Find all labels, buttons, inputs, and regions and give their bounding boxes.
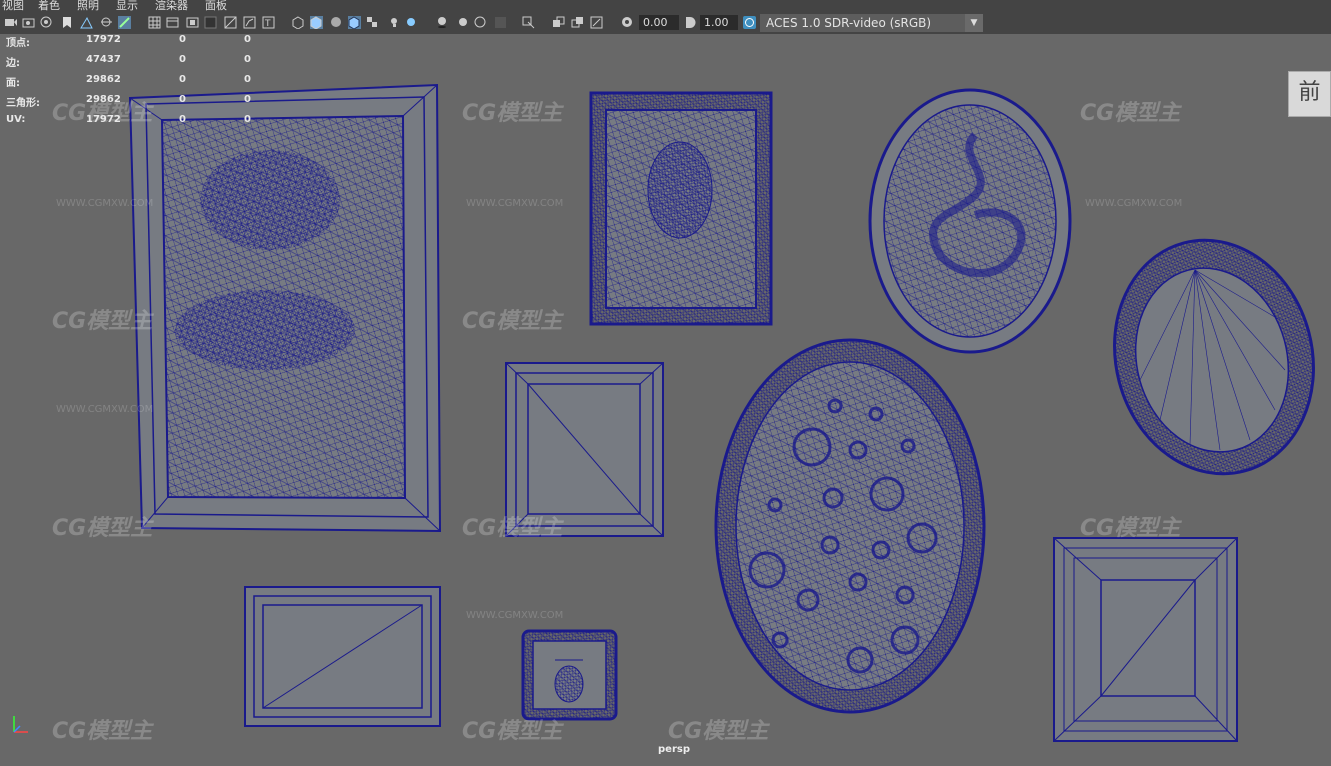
- textured-icon[interactable]: [366, 16, 379, 29]
- image-plane-icon[interactable]: [80, 16, 93, 29]
- watermark-url: WWW.CGMXW.COM: [466, 198, 564, 209]
- watermark: CG模型主: [1080, 516, 1181, 541]
- watermark: CG模型主: [462, 101, 563, 126]
- hud-label: 三角形:: [6, 98, 40, 109]
- camera-icon[interactable]: [4, 16, 17, 29]
- resolution-gate-icon[interactable]: [186, 16, 199, 29]
- hud-label: 边:: [6, 58, 20, 69]
- xray-icon[interactable]: [552, 16, 565, 29]
- watermark: CG模型主: [462, 516, 563, 541]
- hud-label: 面:: [6, 78, 20, 89]
- hud-value: 17972: [86, 34, 121, 45]
- wireframe-on-shaded-icon[interactable]: [348, 16, 361, 29]
- safe-title-icon[interactable]: T: [262, 16, 275, 29]
- color-management-icon[interactable]: [743, 16, 756, 29]
- beetle-frame-wireframe[interactable]: [521, 629, 618, 721]
- menu-view[interactable]: 视图: [2, 0, 24, 12]
- shadows-icon[interactable]: [406, 16, 419, 29]
- gate-mask-icon[interactable]: [204, 16, 217, 29]
- landscape-frame-wireframe[interactable]: [244, 586, 441, 727]
- chevron-down-icon[interactable]: ▼: [965, 14, 983, 32]
- field-chart-icon[interactable]: [224, 16, 237, 29]
- bookmark-icon[interactable]: [60, 16, 73, 29]
- deep-square-frame-wireframe[interactable]: [1053, 537, 1238, 742]
- view-transform-dropdown[interactable]: ACES 1.0 SDR-video (sRGB) ▼: [760, 14, 983, 32]
- view-transform-label: ACES 1.0 SDR-video (sRGB): [766, 16, 932, 30]
- menu-renderer[interactable]: 渲染器: [155, 0, 188, 12]
- watermark-url: WWW.CGMXW.COM: [1085, 198, 1183, 209]
- snake-oval-frame-wireframe[interactable]: [868, 88, 1072, 354]
- bookmark-camera-icon[interactable]: [40, 16, 53, 29]
- isolate-select-icon[interactable]: [522, 16, 535, 29]
- hud-value: 0: [179, 54, 186, 65]
- 2d-pan-zoom-icon[interactable]: [100, 16, 113, 29]
- xray-joints-icon[interactable]: [571, 16, 584, 29]
- gamma-field[interactable]: 1.00: [700, 15, 738, 30]
- hud-value: 0: [244, 94, 251, 105]
- hud-row-uvs: UV: 17972 0 0: [6, 114, 266, 134]
- watermark: CG模型主: [52, 719, 153, 744]
- ornate-skull-frame-wireframe[interactable]: [589, 91, 773, 326]
- watermark: CG模型主: [1080, 101, 1181, 126]
- camera-name-label: persp: [658, 744, 690, 755]
- axis-gizmo-icon: [13, 716, 28, 733]
- view-cube[interactable]: 前: [1288, 71, 1331, 117]
- smooth-shade-icon[interactable]: [310, 16, 323, 29]
- hud-row-vertices: 顶点: 17972 0 0: [6, 34, 266, 54]
- hud-row-triangles: 三角形: 29862 0 0: [6, 94, 266, 114]
- menu-show[interactable]: 显示: [116, 0, 138, 12]
- hud-value: 0: [179, 94, 186, 105]
- film-gate-icon[interactable]: [166, 16, 179, 29]
- grease-pencil-icon[interactable]: [118, 16, 131, 29]
- hud-value: 0: [244, 54, 251, 65]
- large-frame-wireframe[interactable]: [128, 83, 442, 533]
- hud-label: 顶点:: [6, 38, 30, 49]
- hud-value: 29862: [86, 74, 121, 85]
- watermark: CG模型主: [462, 309, 563, 334]
- poly-count-hud: 顶点: 17972 0 0 边: 47437 0 0 面: 29862 0 0 …: [6, 34, 266, 134]
- hud-value: 0: [179, 114, 186, 125]
- svg-text:T: T: [264, 19, 271, 29]
- shell-oval-frame-wireframe[interactable]: [1089, 218, 1331, 497]
- hud-value: 0: [179, 34, 186, 45]
- scene-wireframe: [128, 83, 1331, 742]
- gamma-icon[interactable]: [684, 16, 697, 29]
- menu-bar: 视图 着色 照明 显示 渲染器 面板: [0, 0, 1331, 12]
- watermark-url: WWW.CGMXW.COM: [56, 198, 154, 209]
- watermark: CG模型主: [668, 719, 769, 744]
- watermark-url: WWW.CGMXW.COM: [466, 610, 564, 621]
- hud-value: 29862: [86, 94, 121, 105]
- wireframe-icon[interactable]: [292, 16, 305, 29]
- panel-toolbar: T 0.00 1.00 ACES 1.0 SDR-video (sRGB) ▼: [0, 12, 1331, 35]
- menu-shading[interactable]: 着色: [38, 0, 60, 12]
- grid-icon[interactable]: [148, 16, 161, 29]
- menu-lighting[interactable]: 照明: [77, 0, 99, 12]
- depth-of-field-icon[interactable]: [494, 16, 507, 29]
- hud-label: UV:: [6, 114, 26, 125]
- hud-value: 17972: [86, 114, 121, 125]
- lights-icon[interactable]: [388, 16, 401, 29]
- hud-row-edges: 边: 47437 0 0: [6, 54, 266, 74]
- anti-alias-icon[interactable]: [474, 16, 487, 29]
- hud-value: 0: [179, 74, 186, 85]
- hud-value: 0: [244, 114, 251, 125]
- motion-blur-icon[interactable]: [456, 16, 469, 29]
- watermark: CG模型主: [462, 719, 563, 744]
- xray-active-icon[interactable]: [590, 16, 603, 29]
- menu-panels[interactable]: 面板: [205, 0, 227, 12]
- safe-action-icon[interactable]: [243, 16, 256, 29]
- default-material-icon[interactable]: [330, 16, 343, 29]
- exposure-field[interactable]: 0.00: [639, 15, 679, 30]
- hud-value: 0: [244, 34, 251, 45]
- exposure-icon[interactable]: [621, 16, 634, 29]
- watermark: CG模型主: [52, 309, 153, 334]
- camera-attributes-icon[interactable]: [22, 16, 35, 29]
- watermark-url: WWW.CGMXW.COM: [56, 404, 154, 415]
- screen-space-ao-icon[interactable]: [436, 16, 449, 29]
- hud-row-faces: 面: 29862 0 0: [6, 74, 266, 94]
- watermark: CG模型主: [52, 516, 153, 541]
- hud-value: 0: [244, 74, 251, 85]
- hud-value: 47437: [86, 54, 121, 65]
- large-oval-frame-wireframe[interactable]: [714, 338, 986, 714]
